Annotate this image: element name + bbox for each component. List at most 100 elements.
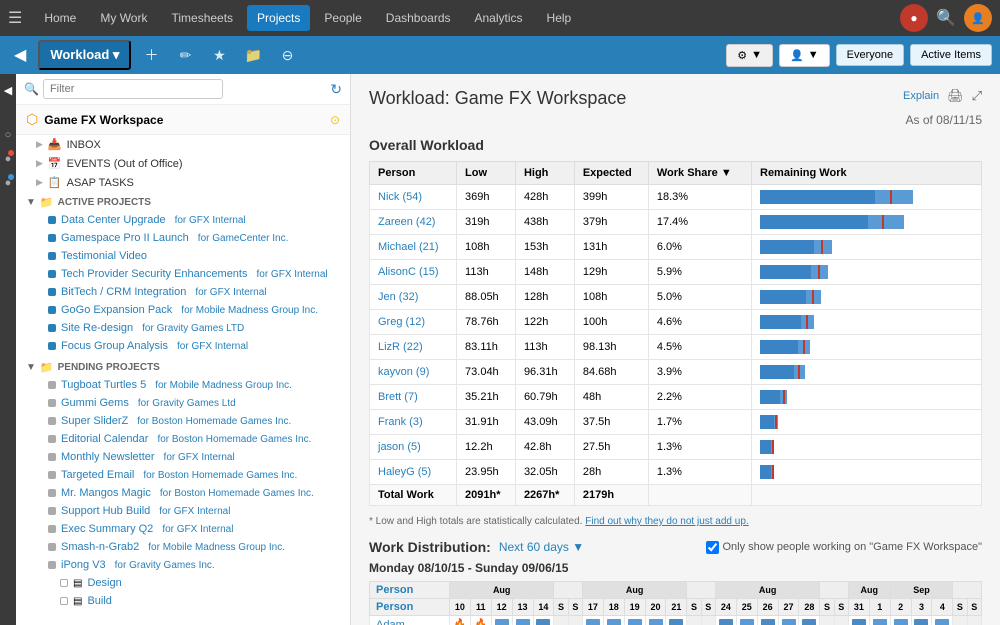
cell-person[interactable]: Michael (21) <box>370 235 457 260</box>
cell-person[interactable]: Zareen (42) <box>370 210 457 235</box>
left-edge: ◀ ○ ● ● <box>0 74 16 625</box>
sidebar-item-monthly[interactable]: Monthly Newsletter for GFX Internal <box>16 448 350 466</box>
cell-person[interactable]: kayvon (9) <box>370 360 457 385</box>
dist-checkbox-label: Only show people working on "Game FX Wor… <box>723 541 983 553</box>
th-high[interactable]: High <box>515 162 574 185</box>
everyone-button[interactable]: Everyone <box>836 44 904 66</box>
cell-person[interactable]: Jen (32) <box>370 285 457 310</box>
table-note-link[interactable]: Find out why they do not just add up. <box>585 516 748 527</box>
nav-help[interactable]: Help <box>537 5 582 31</box>
workload-dropdown[interactable]: Workload ▾ <box>38 40 131 70</box>
left-edge-icon-1[interactable]: ◀ <box>4 84 12 97</box>
nav-mywork[interactable]: My Work <box>90 5 157 31</box>
asap-icon: 📋 <box>48 176 62 189</box>
expand-icon[interactable]: ⤢ <box>972 88 982 104</box>
sidebar-item-focusgroup[interactable]: Focus Group Analysis for GFX Internal <box>16 337 350 355</box>
sidebar-item-events[interactable]: ▶ 📅 EVENTS (Out of Office) <box>16 154 350 173</box>
workspace-title: Game FX Workspace <box>44 113 163 127</box>
left-edge-icon-2[interactable]: ○ <box>5 129 12 141</box>
left-edge-icon-4[interactable]: ● <box>5 177 12 189</box>
workspace-header[interactable]: ⬡ Game FX Workspace ⊙ <box>16 105 350 135</box>
nav-home[interactable]: Home <box>34 5 86 31</box>
cal-d28: 28 <box>799 599 820 616</box>
user-avatar[interactable]: 👤 <box>964 4 992 32</box>
cell-person[interactable]: Greg (12) <box>370 310 457 335</box>
cell-bar <box>752 335 982 360</box>
minus-button[interactable]: ⊖ <box>273 41 301 69</box>
sidebar-item-design[interactable]: ▤ Design <box>16 574 350 592</box>
sidebar-item-mangos[interactable]: Mr. Mangos Magic for Boston Homemade Gam… <box>16 484 350 502</box>
cell-person[interactable]: Frank (3) <box>370 410 457 435</box>
design-icon: ▤ <box>73 578 82 589</box>
sidebar-item-gummi[interactable]: Gummi Gems for Gravity Games Ltd <box>16 394 350 412</box>
cell-person[interactable]: AlisonC (15) <box>370 260 457 285</box>
sidebar-section-active[interactable]: ▼ 📁 ACTIVE PROJECTS <box>16 192 350 211</box>
search-icon[interactable]: 🔍 <box>932 4 960 32</box>
cell-person[interactable]: jason (5) <box>370 435 457 460</box>
active-items-button[interactable]: Active Items <box>910 44 992 66</box>
print-icon[interactable]: 🖨 <box>947 88 964 104</box>
cell-person[interactable]: LizR (22) <box>370 335 457 360</box>
nav-timesheets[interactable]: Timesheets <box>161 5 243 31</box>
nav-projects[interactable]: Projects <box>247 5 310 31</box>
nav-analytics[interactable]: Analytics <box>465 5 533 31</box>
sidebar-item-superslider[interactable]: Super SliderZ for Boston Homemade Games … <box>16 412 350 430</box>
monthly-label: Monthly Newsletter <box>61 451 155 463</box>
star-button[interactable]: ★ <box>205 41 233 69</box>
cell-share: 3.9% <box>648 360 751 385</box>
filter-input[interactable] <box>43 79 223 99</box>
sidebar-item-editorial[interactable]: Editorial Calendar for Boston Homemade G… <box>16 430 350 448</box>
sidebar-item-inbox[interactable]: ▶ 📥 INBOX <box>16 135 350 154</box>
dist-checkbox[interactable] <box>706 541 719 554</box>
th-remaining[interactable]: Remaining Work <box>752 162 982 185</box>
hamburger-icon[interactable]: ☰ <box>8 8 22 28</box>
left-edge-icon-3[interactable]: ● <box>5 153 12 165</box>
people-filter-button[interactable]: 👤 ▼ <box>779 44 830 67</box>
sidebar-item-targeted[interactable]: Targeted Email for Boston Homemade Games… <box>16 466 350 484</box>
cell-share: 5.9% <box>648 260 751 285</box>
filter-button[interactable]: ⚙ ▼ <box>726 44 773 67</box>
cell-person[interactable]: Brett (7) <box>370 385 457 410</box>
th-expected[interactable]: Expected <box>574 162 648 185</box>
nav-dashboards[interactable]: Dashboards <box>376 5 461 31</box>
nav-people[interactable]: People <box>314 5 371 31</box>
sidebar-item-siteredesign[interactable]: Site Re-design for Gravity Games LTD <box>16 319 350 337</box>
sidebar-item-tugboat[interactable]: Tugboat Turtles 5 for Mobile Madness Gro… <box>16 376 350 394</box>
sidebar-item-bittech[interactable]: BitTech / CRM Integration for GFX Intern… <box>16 283 350 301</box>
th-person[interactable]: Person <box>370 162 457 185</box>
dist-date-range: Monday 08/10/15 - Sunday 09/06/15 <box>369 561 982 575</box>
th-low[interactable]: Low <box>457 162 516 185</box>
sidebar-item-build[interactable]: ▤ Build <box>16 592 350 610</box>
sidebar-item-testimonial[interactable]: Testimonial Video <box>16 247 350 265</box>
add-button[interactable]: ＋ <box>137 41 165 69</box>
notifications-icon[interactable]: ● <box>900 4 928 32</box>
execsummary-for: for GFX Internal <box>162 524 233 535</box>
cell-bar <box>752 235 982 260</box>
calendar-table: Person Aug Aug Aug Aug Sep Person 10 11 … <box>369 581 982 625</box>
cal-person-name[interactable]: Adam <box>370 616 450 625</box>
refresh-icon[interactable]: ↻ <box>330 81 342 98</box>
table-row: kayvon (9) 73.04h 96.31h 84.68h 3.9% <box>370 360 982 385</box>
cell-high: 96.31h <box>515 360 574 385</box>
sidebar-item-smash[interactable]: Smash-n-Grab2 for Mobile Madness Group I… <box>16 538 350 556</box>
th-workshare[interactable]: Work Share ▼ <box>648 162 751 185</box>
edit-button[interactable]: ✏ <box>171 41 199 69</box>
smash-for: for Mobile Madness Group Inc. <box>148 542 285 553</box>
cell-person[interactable]: Nick (54) <box>370 185 457 210</box>
sidebar-item-datacenter[interactable]: Data Center Upgrade for GFX Internal <box>16 211 350 229</box>
sidebar-item-techprovider[interactable]: Tech Provider Security Enhancements for … <box>16 265 350 283</box>
explain-button[interactable]: Explain <box>903 90 939 102</box>
sidebar-item-gogo[interactable]: GoGo Expansion Pack for Mobile Madness G… <box>16 301 350 319</box>
dist-period[interactable]: Next 60 days ▼ <box>499 540 584 554</box>
cell-person[interactable]: HaleyG (5) <box>370 460 457 485</box>
sidebar-item-ipong[interactable]: iPong V3 for Gravity Games Inc. <box>16 556 350 574</box>
sidebar-item-asap[interactable]: ▶ 📋 ASAP TASKS <box>16 173 350 192</box>
sidebar-item-execsummary[interactable]: Exec Summary Q2 for GFX Internal <box>16 520 350 538</box>
sidebar-item-supporthub[interactable]: Support Hub Build for GFX Internal <box>16 502 350 520</box>
sidebar-item-gamespace[interactable]: Gamespace Pro II Launch for GameCenter I… <box>16 229 350 247</box>
sidebar-section-pending[interactable]: ▼ 📁 PENDING PROJECTS <box>16 357 350 376</box>
targeted-for: for Boston Homemade Games Inc. <box>143 470 297 481</box>
folder-button[interactable]: 📁 <box>239 41 267 69</box>
bittech-label: BitTech / CRM Integration <box>61 286 186 298</box>
back-button[interactable]: ◀ <box>8 41 32 69</box>
